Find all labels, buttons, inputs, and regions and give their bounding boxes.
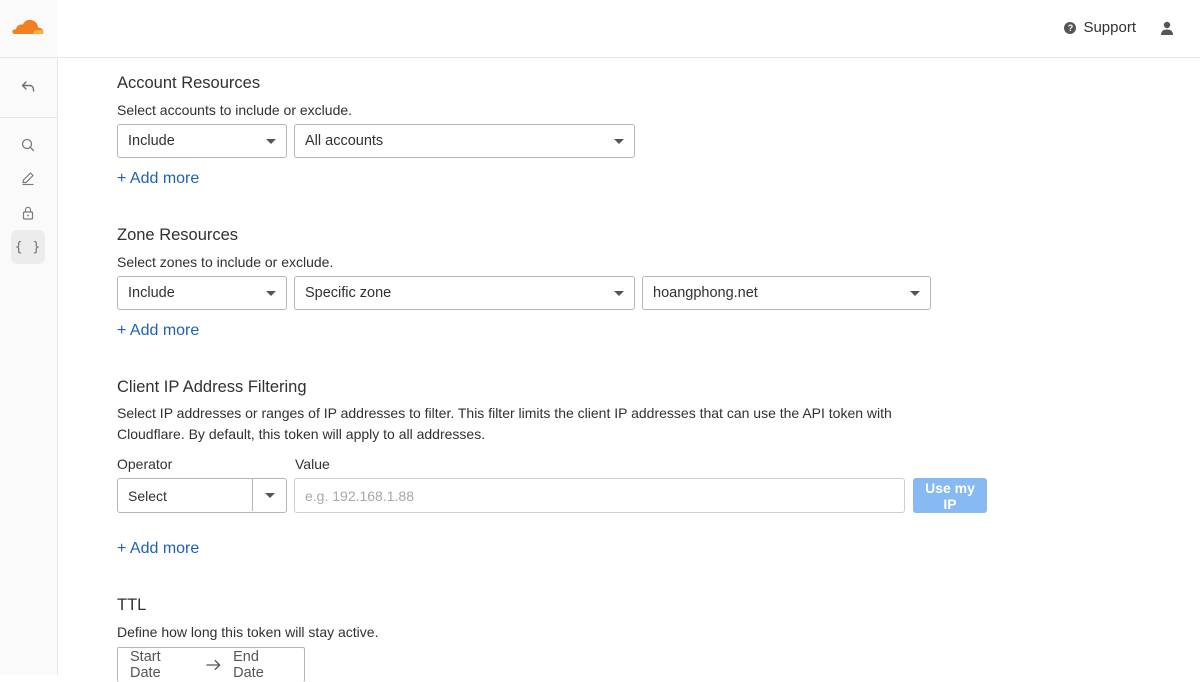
- chevron-down-icon: [910, 291, 920, 296]
- user-icon[interactable]: [1160, 21, 1174, 35]
- zone-scope-value: Specific zone: [305, 285, 392, 301]
- sidebar-item-search[interactable]: [11, 128, 45, 162]
- operator-value: Select: [128, 487, 167, 504]
- sidebar-divider: [0, 117, 57, 118]
- back-arrow-icon: [21, 81, 35, 92]
- zone-select[interactable]: hoangphong.net: [642, 276, 931, 310]
- account-mode-select[interactable]: Include: [117, 124, 287, 158]
- braces-icon: { }: [14, 239, 42, 255]
- ip-add-more-link[interactable]: + Add more: [117, 540, 199, 558]
- question-circle-icon: ?: [1064, 21, 1077, 34]
- ip-filtering-title: Client IP Address Filtering: [117, 378, 307, 396]
- cloudflare-logo-icon[interactable]: [12, 18, 44, 36]
- sidebar-item-edit[interactable]: [11, 161, 45, 195]
- sidebar-divider: [0, 57, 57, 58]
- zone-scope-select[interactable]: Specific zone: [294, 276, 635, 310]
- zone-add-more-link[interactable]: + Add more: [117, 322, 199, 340]
- ip-value-input[interactable]: [294, 478, 905, 513]
- ttl-date-range-picker[interactable]: Start Date End Date: [117, 647, 305, 682]
- account-resources-title: Account Resources: [117, 74, 261, 92]
- value-label: Value: [295, 456, 330, 472]
- pencil-icon: [22, 172, 34, 186]
- zone-resources-title: Zone Resources: [117, 226, 239, 244]
- account-scope-value: All accounts: [305, 133, 384, 149]
- account-scope-select[interactable]: All accounts: [294, 124, 635, 158]
- account-mode-value: Include: [128, 133, 175, 149]
- operator-select[interactable]: Select: [117, 478, 287, 513]
- sidebar-item-api[interactable]: { }: [11, 230, 45, 264]
- ttl-title: TTL: [117, 596, 147, 614]
- top-bar: ? Support: [57, 0, 1200, 58]
- operator-label: Operator: [117, 456, 173, 472]
- back-button[interactable]: [11, 70, 45, 104]
- support-label: Support: [1083, 19, 1136, 36]
- ip-filtering-description: Select IP addresses or ranges of IP addr…: [117, 405, 892, 442]
- select-divider: [252, 479, 253, 511]
- chevron-down-icon: [265, 493, 275, 498]
- ttl-description: Define how long this token will stay act…: [117, 624, 379, 640]
- arrow-right-icon: [205, 659, 220, 671]
- chevron-down-icon: [266, 139, 276, 144]
- chevron-down-icon: [614, 291, 624, 296]
- left-sidebar: { }: [0, 0, 58, 675]
- chevron-down-icon: [614, 139, 624, 144]
- support-link[interactable]: ? Support: [1064, 19, 1136, 36]
- end-date-field[interactable]: End Date: [233, 649, 292, 681]
- use-my-ip-button[interactable]: Use my IP: [913, 478, 987, 513]
- account-resources-description: Select accounts to include or exclude.: [117, 102, 353, 118]
- sidebar-item-lock[interactable]: [11, 196, 45, 230]
- zone-resources-description: Select zones to include or exclude.: [117, 254, 334, 270]
- start-date-field[interactable]: Start Date: [130, 649, 194, 681]
- search-icon: [21, 138, 35, 152]
- chevron-down-icon: [266, 291, 276, 296]
- zone-value: hoangphong.net: [653, 285, 758, 301]
- account-add-more-link[interactable]: + Add more: [117, 170, 199, 188]
- lock-icon: [22, 206, 34, 220]
- zone-mode-value: Include: [128, 285, 175, 301]
- zone-mode-select[interactable]: Include: [117, 276, 287, 310]
